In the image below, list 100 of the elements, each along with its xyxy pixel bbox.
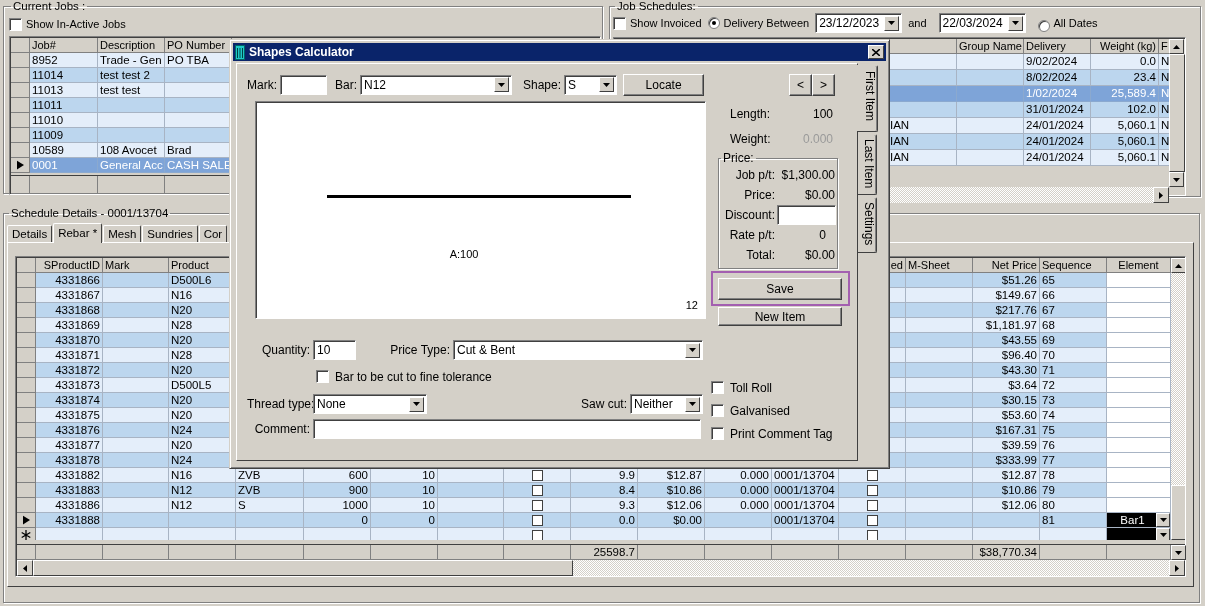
tab[interactable]: Settings <box>858 197 877 253</box>
column-header[interactable]: Group Name <box>957 39 1024 54</box>
discount-field[interactable] <box>777 205 836 225</box>
radio-button[interactable] <box>1037 20 1050 32</box>
field-label: Price: <box>743 188 775 202</box>
checkbox[interactable] <box>531 484 543 496</box>
column-header[interactable]: Net Price <box>973 258 1040 273</box>
column-header[interactable]: M-Sheet <box>906 258 973 273</box>
field-label: Comment: <box>253 422 310 436</box>
new-item-button[interactable]: New Item <box>718 307 842 326</box>
checkbox[interactable] <box>531 469 543 481</box>
checkbox[interactable] <box>866 529 878 540</box>
comment-field[interactable] <box>313 419 701 439</box>
caret-icon <box>603 82 611 87</box>
column-header[interactable]: PO Number <box>165 38 232 53</box>
current-row-icon <box>22 515 30 525</box>
caret-icon <box>1011 21 1019 25</box>
tab[interactable]: Rebar * <box>53 223 103 243</box>
quantity-field[interactable]: 10 <box>313 340 356 360</box>
checkbox[interactable] <box>711 404 724 417</box>
field-label: Total: <box>745 248 775 262</box>
tab[interactable]: Last Item <box>858 134 877 196</box>
scrollbar[interactable] <box>17 560 1185 576</box>
scrollbar-thumb[interactable] <box>1171 485 1185 540</box>
checkbox[interactable] <box>531 529 543 540</box>
tab[interactable]: Details <box>7 225 53 242</box>
scroll-down-icon <box>1175 550 1182 555</box>
checkbox[interactable] <box>866 484 878 496</box>
column-header[interactable]: Job# <box>30 38 98 53</box>
checkbox[interactable] <box>316 370 329 383</box>
rate-value: 0 <box>819 228 827 242</box>
table-row[interactable]: 4331886 N12 S 1000 10 9.3 $12.06 0.000 0001/13704 $12.06 80 <box>17 498 1171 513</box>
thread-type-dropdown[interactable]: None <box>313 394 427 414</box>
radio-button[interactable] <box>707 17 720 29</box>
caret-icon <box>413 402 420 406</box>
date-picker[interactable]: 23/12/2023 <box>815 13 903 33</box>
shape-dropdown[interactable]: S <box>564 74 618 95</box>
scroll-up-icon <box>1175 263 1182 268</box>
tab[interactable]: Sundries <box>142 225 198 242</box>
group-title: Job Schedules: <box>616 0 697 12</box>
tab[interactable]: Mesh <box>103 225 142 242</box>
column-header[interactable]: Mark <box>103 258 169 273</box>
table-cell: 24/01/2024 <box>1024 150 1091 166</box>
table-row[interactable]: 4331882 N16 ZVB 600 10 9.9 $12.87 0.000 0001/13704 $12.87 78 <box>17 468 1171 483</box>
previous-button[interactable]: < <box>789 73 812 96</box>
checkbox[interactable] <box>711 427 724 440</box>
column-header[interactable]: Sequence <box>1040 258 1107 273</box>
window-title: Shapes Calculator <box>249 45 355 59</box>
current-row-icon <box>16 160 24 170</box>
column-header[interactable]: Delivery <box>1024 39 1091 54</box>
group-title: Current Jobs : <box>12 0 87 12</box>
checkbox[interactable] <box>531 514 543 526</box>
scrollbar[interactable] <box>1169 39 1185 187</box>
dimension-label: A:100 <box>449 248 479 260</box>
checkbox[interactable] <box>531 499 543 511</box>
scrollbar[interactable] <box>1171 258 1185 540</box>
checkbox[interactable] <box>613 16 626 30</box>
field-label: Discount: <box>723 208 775 222</box>
saw-cut-dropdown[interactable]: Neither <box>630 394 703 414</box>
field-label: Rate p/t: <box>728 228 775 242</box>
scroll-left-icon <box>23 564 27 572</box>
checkbox[interactable] <box>866 514 878 526</box>
column-header[interactable]: Description <box>98 38 165 53</box>
locate-button[interactable]: Locate <box>623 73 705 96</box>
table-row[interactable]: 4331888 0 0 0.0 $0.00 0001/13704 81 Bar1 <box>17 513 1171 528</box>
bar-dropdown[interactable]: N12 <box>360 74 512 95</box>
element-dropdown[interactable] <box>1107 528 1171 540</box>
row-header[interactable] <box>17 528 36 540</box>
weight-value: 0.000 <box>802 132 833 146</box>
checkbox[interactable] <box>711 381 724 394</box>
length-value: 100 <box>812 107 833 121</box>
next-button[interactable]: > <box>812 73 835 96</box>
scrollbar-thumb[interactable] <box>1169 54 1185 172</box>
checkbox-label: Print Comment Tag <box>730 426 833 441</box>
caret-icon <box>888 21 896 25</box>
save-button[interactable]: Save <box>718 278 842 300</box>
checkbox[interactable] <box>866 499 878 511</box>
and-label: and <box>908 17 927 29</box>
radio-label: All Dates <box>1053 17 1098 29</box>
column-header[interactable]: SProductID <box>36 258 103 273</box>
bar-size-label: 12 <box>685 299 698 311</box>
close-button[interactable] <box>868 45 884 59</box>
table-cell: 0001 <box>30 158 98 173</box>
element-dropdown[interactable]: Bar1 <box>1107 513 1171 528</box>
checkbox[interactable] <box>9 17 22 31</box>
table-row[interactable]: 4331883 N12 ZVB 900 10 8.4 $10.86 0.000 0001/13704 $10.86 79 <box>17 483 1171 498</box>
scrollbar-thumb[interactable] <box>33 560 573 576</box>
mark-field[interactable] <box>280 74 327 95</box>
date-picker[interactable]: 22/03/2024 <box>938 13 1026 33</box>
tab[interactable]: First Item <box>857 65 878 132</box>
caret-icon <box>1159 533 1167 537</box>
tab[interactable]: Cor <box>198 225 228 242</box>
column-header[interactable]: Element <box>1107 258 1171 273</box>
price-type-dropdown[interactable]: Cut & Bent <box>453 340 703 360</box>
row-header[interactable] <box>11 158 30 173</box>
column-header[interactable]: Weight (kg) <box>1091 39 1159 54</box>
checkbox-label: Show In-Active Jobs <box>26 18 126 30</box>
checkbox[interactable] <box>866 469 878 481</box>
scroll-down-icon <box>1173 177 1181 182</box>
row-header[interactable] <box>17 513 36 528</box>
